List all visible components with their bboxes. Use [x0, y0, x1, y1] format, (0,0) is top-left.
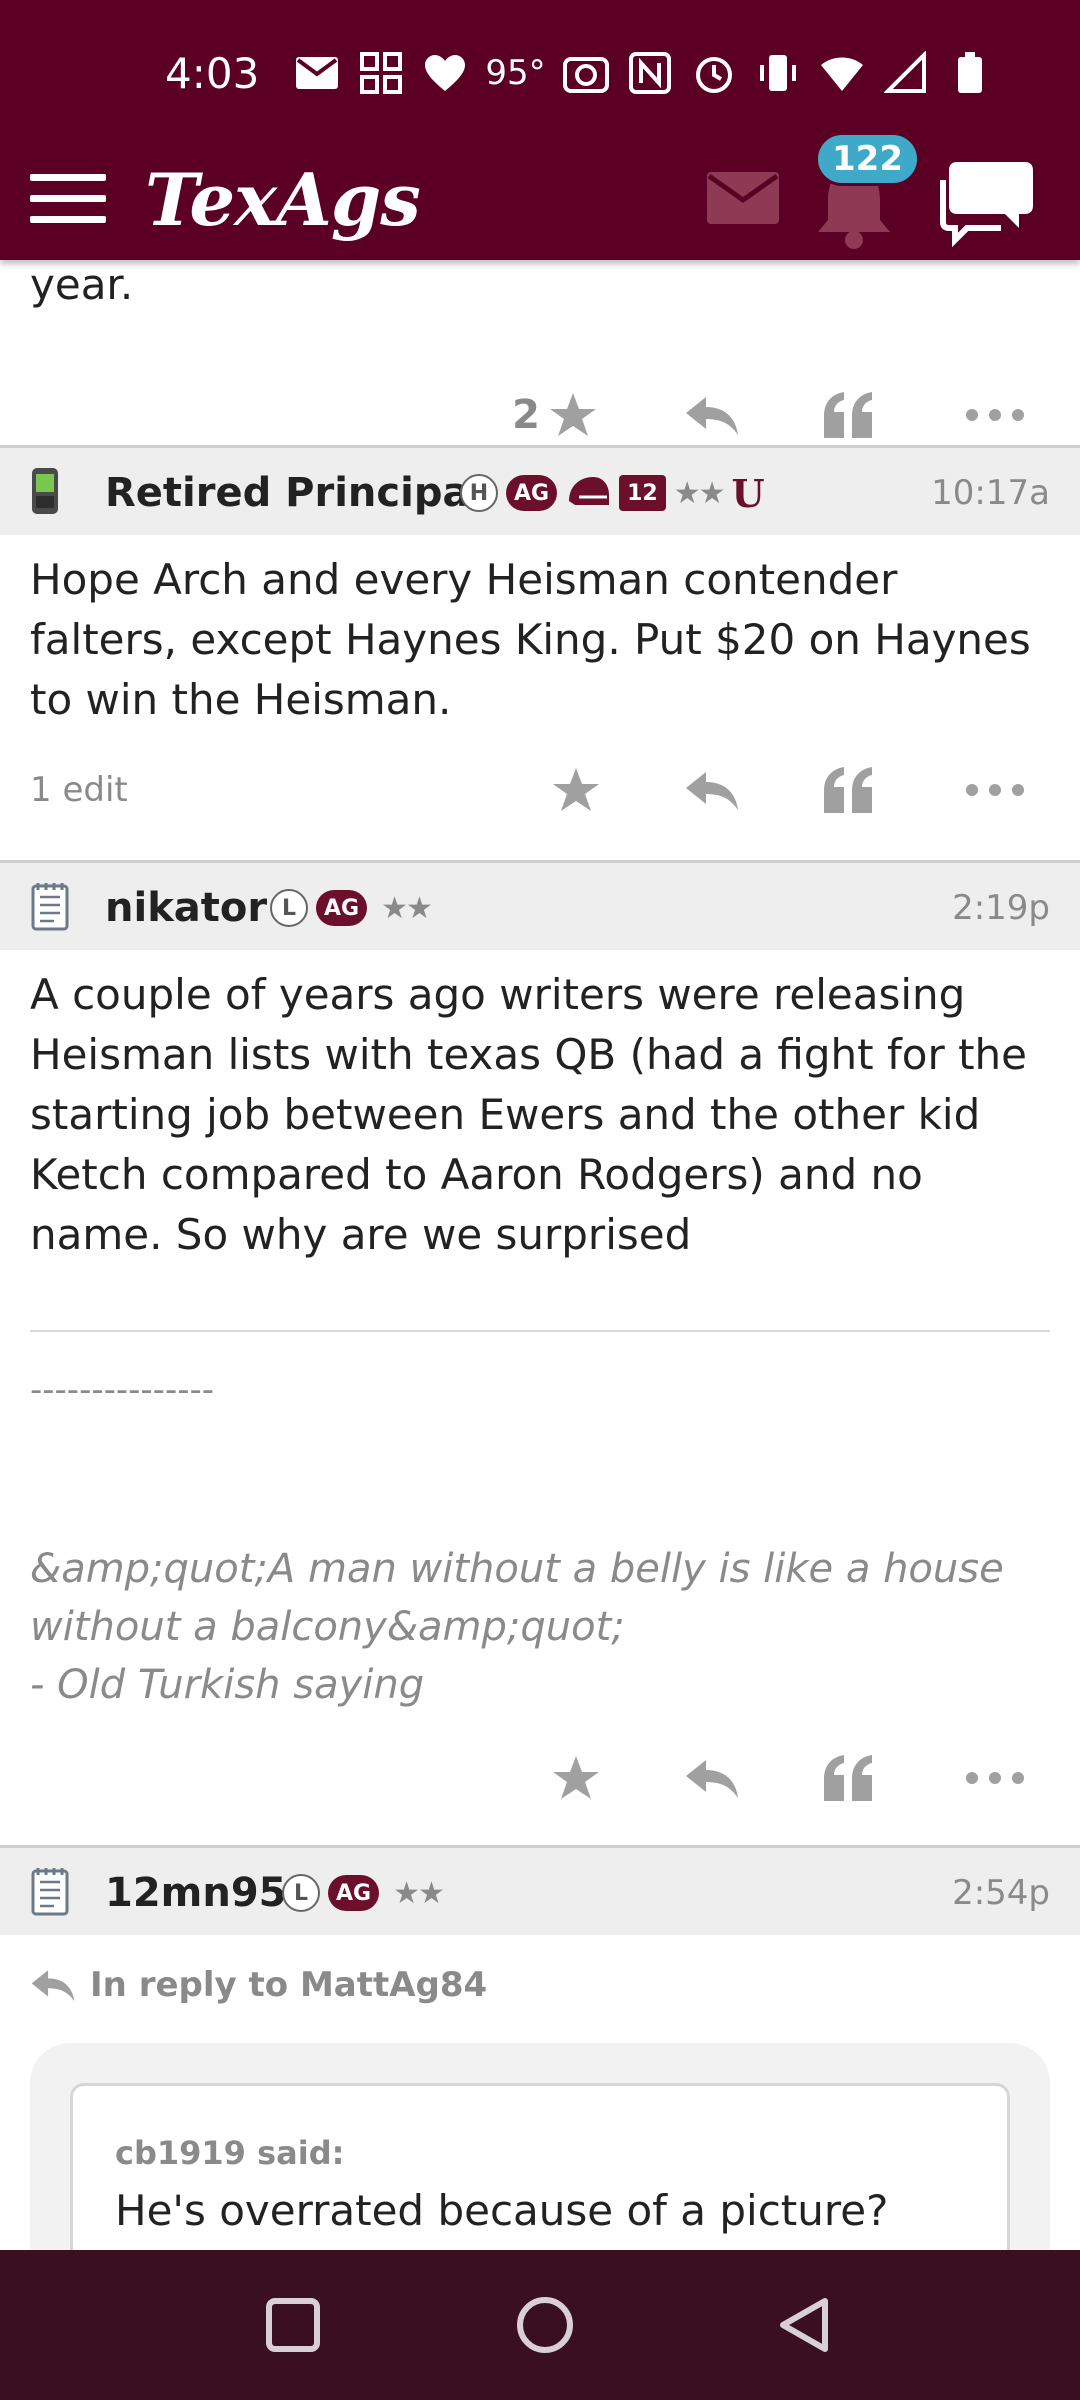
stars-badge: ★★ [381, 890, 433, 926]
star-icon [549, 393, 596, 436]
quote-icon [824, 392, 872, 438]
quote-button[interactable] [808, 750, 888, 830]
signature-line: &amp;quot;A man without a belly is like … [30, 1546, 1004, 1592]
system-nav-bar [0, 2250, 1080, 2400]
phone-avatar-icon [30, 466, 70, 520]
triangle-back-icon [780, 2298, 828, 2352]
post-time: 2:54p [952, 1873, 1050, 1913]
badge-l: L [282, 1874, 320, 1912]
user-badges: L AG ★★ [270, 863, 433, 953]
star-icon [553, 768, 599, 811]
post-author[interactable]: nikator [105, 863, 267, 953]
quote-icon [824, 1755, 872, 1801]
quote-button[interactable] [808, 1738, 888, 1818]
heart-icon [421, 49, 469, 97]
grid-icon [357, 49, 405, 97]
post-action-bar: 2 [0, 375, 1080, 455]
quote-icon [824, 767, 872, 813]
post-author[interactable]: 12mn95 [105, 1848, 286, 1938]
badge-ag: AG [328, 1875, 380, 1911]
reply-icon [686, 397, 738, 435]
like-button[interactable] [536, 1738, 616, 1818]
like-button[interactable]: 2 [505, 375, 605, 455]
badge-ag: AG [506, 475, 558, 511]
post-header: 12mn95 L AG ★★ 2:54p [0, 1845, 1080, 1935]
battery-icon [946, 49, 994, 97]
previous-post-text: year. [30, 260, 134, 309]
thread-content: year. 2 Retired Principal H AG 12 ★★ U 1… [0, 260, 1080, 2250]
notepad-avatar-icon [30, 881, 70, 935]
quote-block: cb1919 said: He's overrated because of a… [30, 2043, 1050, 2250]
mail-icon [293, 49, 341, 97]
chat-icon[interactable] [935, 150, 1035, 250]
post-body: Hope Arch and every Heisman contender fa… [30, 555, 1031, 724]
signature-dashes: --------------- [30, 1370, 215, 1410]
more-icon [966, 409, 1024, 421]
alarm-icon [690, 49, 738, 97]
reply-button[interactable] [672, 1738, 752, 1818]
star-icon [553, 1756, 599, 1799]
quote-author: cb1919 said: [115, 2134, 345, 2172]
app-header: TexAgs 122 [0, 132, 1080, 260]
stars-badge: ★★ [673, 475, 726, 511]
mail-icon[interactable] [705, 170, 781, 226]
post-action-bar: 1 edit [0, 750, 1080, 830]
badge-h: H [460, 474, 498, 512]
edit-count[interactable]: 1 edit [30, 750, 128, 830]
notepad-avatar-icon [30, 1866, 70, 1920]
signature-line: - Old Turkish saying [30, 1662, 425, 1708]
texags-logo[interactable]: TexAgs [145, 150, 421, 250]
vibrate-icon [754, 49, 802, 97]
more-button[interactable] [955, 1738, 1035, 1818]
quoted-post: cb1919 said: He's overrated because of a… [70, 2083, 1010, 2250]
camera-icon [562, 49, 610, 97]
post-header: nikator L AG ★★ 2:19p [0, 860, 1080, 950]
stars-badge: ★★ [393, 1875, 445, 1911]
user-badges: L AG ★★ [282, 1848, 445, 1938]
user-badges: H AG 12 ★★ U [460, 448, 765, 538]
badge-u: U [731, 470, 765, 516]
status-bar: 4:03 95° [0, 0, 1080, 150]
menu-button[interactable] [30, 158, 110, 238]
more-button[interactable] [955, 750, 1035, 830]
in-reply-to-text: In reply to MattAg84 [90, 1965, 488, 2005]
post-action-bar [0, 1738, 1080, 1818]
signal-icon [882, 49, 930, 97]
signature-line: without a balcony&amp;quot; [30, 1604, 625, 1650]
back-button[interactable] [770, 2290, 840, 2360]
post-time: 10:17a [931, 473, 1050, 513]
post-time: 2:19p [952, 888, 1050, 928]
badge-ag: AG [316, 890, 368, 926]
recents-button[interactable] [258, 2290, 328, 2360]
reply-icon [686, 772, 738, 810]
more-icon [966, 1772, 1024, 1784]
like-button[interactable] [536, 750, 616, 830]
helmet-icon [569, 477, 610, 505]
reply-button[interactable] [672, 375, 752, 455]
reply-button[interactable] [672, 750, 752, 830]
temperature: 95° [485, 53, 546, 93]
like-count: 2 [512, 392, 540, 438]
signature-divider [30, 1330, 1050, 1332]
notification-badge[interactable]: 122 [815, 132, 920, 186]
badge-l: L [270, 889, 308, 927]
reply-icon [31, 1970, 75, 2002]
wifi-icon [818, 49, 866, 97]
home-button[interactable] [510, 2290, 580, 2360]
badge-12: 12 [619, 475, 666, 511]
nfc-icon [626, 49, 674, 97]
more-button[interactable] [955, 375, 1035, 455]
post-author[interactable]: Retired Principal [105, 448, 483, 538]
in-reply-to-link[interactable]: In reply to MattAg84 [30, 1955, 487, 2015]
more-icon [966, 784, 1024, 796]
status-time: 4:03 [165, 48, 260, 98]
reply-icon [686, 1760, 738, 1798]
circle-icon [517, 2297, 573, 2353]
post-body: A couple of years ago writers were relea… [30, 970, 1028, 1259]
quote-text: He's overrated because of a picture? [115, 2186, 889, 2235]
post-header: Retired Principal H AG 12 ★★ U 10:17a [0, 445, 1080, 535]
square-icon [266, 2298, 320, 2352]
quote-button[interactable] [808, 375, 888, 455]
